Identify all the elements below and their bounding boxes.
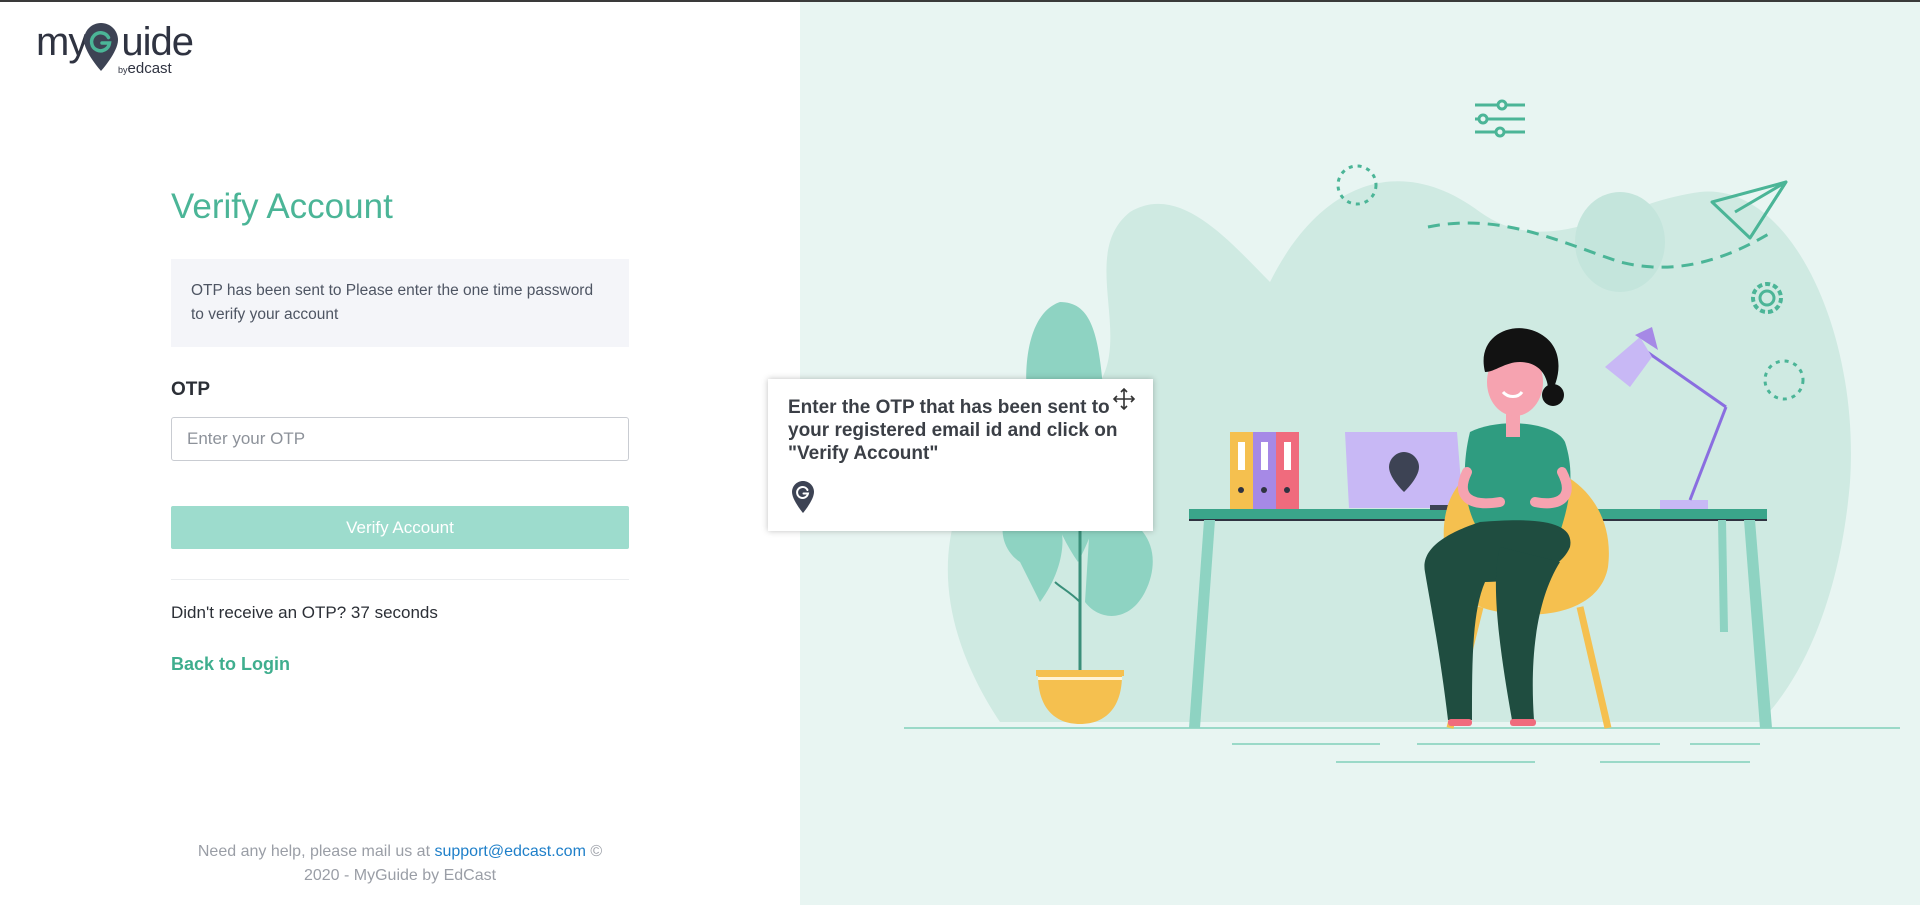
move-icon[interactable] xyxy=(1112,387,1136,411)
floor-lines xyxy=(904,727,1900,763)
copyright-text: 2020 - MyGuide by EdCast xyxy=(303,867,497,884)
myguide-logo: my uide byedcast xyxy=(36,20,194,77)
resend-otp-text: Didn't receive an OTP? 37 seconds xyxy=(171,603,438,622)
small-blob xyxy=(1575,192,1665,292)
otp-notice: OTP has been sent to Please enter the on… xyxy=(171,259,629,347)
otp-input[interactable] xyxy=(171,417,629,461)
footer-help: Need any help, please mail us at support… xyxy=(197,843,603,884)
myguide-pin-icon[interactable] xyxy=(792,481,814,513)
support-email-link[interactable]: support@edcast.com xyxy=(434,843,585,860)
page-title: Verify Account xyxy=(171,187,393,226)
logo-pin-icon xyxy=(84,23,118,71)
login-panel: my uide byedcast Verify Account OTP has b… xyxy=(0,2,800,905)
guide-tooltip: Enter the OTP that has been sent to your… xyxy=(768,379,1153,531)
verify-account-button[interactable]: Verify Account xyxy=(171,506,629,549)
tooltip-text: Enter the OTP that has been sent to your… xyxy=(788,397,1118,464)
divider xyxy=(171,579,629,580)
binders xyxy=(1230,432,1299,509)
sliders-icon xyxy=(1475,99,1525,138)
otp-label: OTP xyxy=(171,379,211,400)
back-to-login-link[interactable]: Back to Login xyxy=(171,654,290,675)
